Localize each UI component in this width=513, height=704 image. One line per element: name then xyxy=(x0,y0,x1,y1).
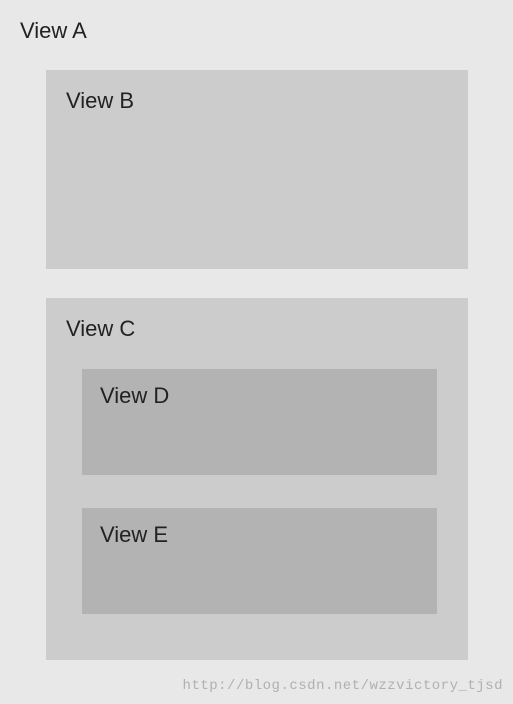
view-a-container: View A View B View C View D View E xyxy=(0,0,513,704)
view-a-label: View A xyxy=(20,18,513,44)
view-e-label: View E xyxy=(100,522,437,548)
view-c-container: View C View D View E xyxy=(46,298,468,660)
view-e-container: View E xyxy=(82,508,437,614)
watermark-text: http://blog.csdn.net/wzzvictory_tjsd xyxy=(183,678,503,694)
view-b-label: View B xyxy=(66,88,468,114)
view-c-label: View C xyxy=(66,316,468,342)
view-b-container: View B xyxy=(46,70,468,269)
view-d-container: View D xyxy=(82,369,437,475)
view-d-label: View D xyxy=(100,383,437,409)
